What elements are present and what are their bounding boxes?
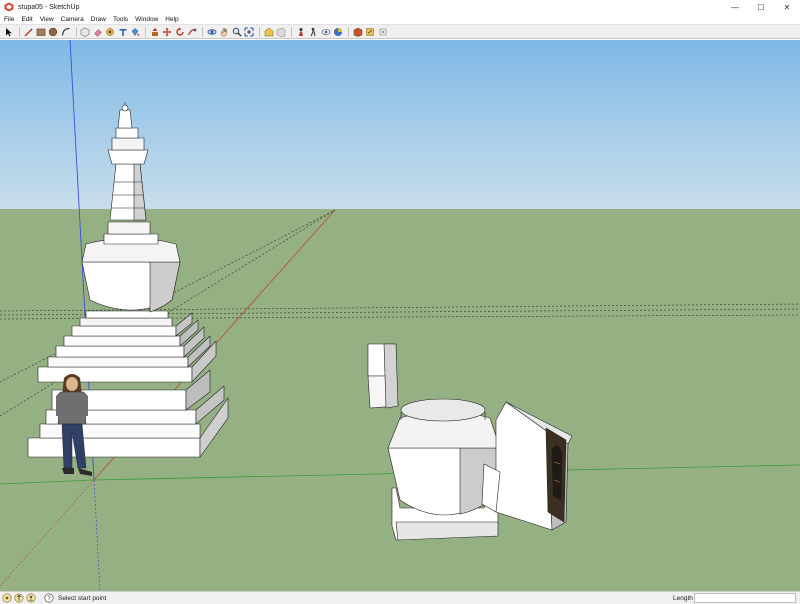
paint-bucket-icon	[131, 27, 140, 36]
window-title: stupa05 - SketchUp	[18, 3, 80, 11]
section-plane-icon	[276, 27, 286, 37]
circle-tool-button[interactable]	[48, 26, 59, 37]
orbit-icon	[207, 28, 216, 35]
help-icon[interactable]: ?	[44, 593, 54, 603]
rectangle-icon	[36, 28, 45, 36]
move-tool-button[interactable]	[162, 26, 173, 37]
pillar-block[interactable]	[367, 343, 399, 409]
walk-tool-button[interactable]	[308, 26, 319, 37]
follow-me-icon	[187, 28, 197, 35]
position-camera-icon	[298, 27, 303, 36]
toolbar-separator	[18, 26, 20, 37]
menu-help[interactable]: Help	[165, 16, 178, 23]
extension-warehouse-icon	[353, 27, 362, 37]
layout-icon	[366, 27, 374, 36]
geo-location-icon[interactable]	[2, 593, 12, 603]
toolbar-separator	[259, 26, 260, 37]
menu-view[interactable]: View	[40, 16, 54, 23]
select-tool-button[interactable]	[3, 26, 14, 37]
push-pull-button[interactable]	[149, 26, 160, 37]
close-button[interactable]: ✕	[774, 0, 800, 14]
toolbar-separator	[145, 26, 146, 37]
pan-tool-button[interactable]	[219, 26, 230, 37]
arc-icon	[61, 27, 70, 36]
window-controls: — ☐ ✕	[722, 0, 800, 14]
extension-manager-button[interactable]	[377, 26, 388, 37]
zoom-icon	[232, 27, 241, 36]
paint-bucket-button[interactable]	[130, 26, 141, 37]
materials-icon	[334, 27, 342, 36]
eraser-tool-button[interactable]	[92, 26, 103, 37]
drawing-viewport[interactable]	[0, 40, 800, 591]
status-message: Select start point	[58, 594, 107, 602]
look-around-icon	[321, 28, 330, 35]
make-component-button[interactable]	[80, 26, 91, 37]
text-icon	[119, 28, 126, 36]
follow-me-button[interactable]	[187, 26, 198, 37]
orbit-tool-button[interactable]	[206, 26, 217, 37]
materials-button[interactable]	[333, 26, 344, 37]
rotate-tool-button[interactable]	[174, 26, 185, 37]
title-bar: stupa05 - SketchUp — ☐ ✕	[0, 0, 800, 14]
menu-camera[interactable]: Camera	[61, 16, 84, 23]
sketchup-logo-icon	[4, 2, 14, 12]
minimize-button[interactable]: —	[722, 0, 748, 14]
look-around-button[interactable]	[320, 26, 331, 37]
toolbar-separator	[291, 26, 292, 37]
select-icon	[5, 27, 12, 36]
toolbar-separator	[75, 26, 77, 37]
toolbar-separator	[202, 26, 203, 37]
user-icon[interactable]	[26, 593, 36, 603]
credits-icon[interactable]	[14, 593, 24, 603]
layout-button[interactable]	[365, 26, 376, 37]
measurements-label: Length	[673, 595, 693, 602]
status-bar: ? Select start point Length	[0, 591, 800, 604]
maximize-button[interactable]: ☐	[748, 0, 774, 14]
push-pull-icon	[151, 27, 158, 36]
zoom-extents-button[interactable]	[244, 26, 255, 37]
main-toolbar	[0, 24, 800, 39]
section-plane-button[interactable]	[276, 26, 287, 37]
position-camera-button[interactable]	[295, 26, 306, 37]
extension-warehouse-button[interactable]	[352, 26, 363, 37]
line-tool-button[interactable]	[23, 26, 34, 37]
3d-warehouse-button[interactable]	[263, 26, 274, 37]
eraser-icon	[93, 28, 102, 37]
scene-canvas	[0, 40, 800, 591]
pan-icon	[220, 27, 228, 36]
move-icon	[162, 27, 172, 36]
circle-icon	[48, 27, 58, 36]
menu-edit[interactable]: Edit	[21, 16, 32, 23]
zoom-extents-icon	[244, 26, 254, 37]
menu-tools[interactable]: Tools	[113, 16, 128, 23]
bell-base-model[interactable]	[387, 398, 501, 541]
toolbar-separator	[348, 26, 349, 37]
menu-window[interactable]: Window	[135, 16, 158, 23]
3d-warehouse-icon	[264, 27, 273, 36]
menu-bar: File Edit View Camera Draw Tools Window …	[0, 14, 800, 24]
walk-icon	[310, 27, 316, 36]
menu-draw[interactable]: Draw	[91, 16, 106, 23]
menu-file[interactable]: File	[4, 16, 14, 23]
zoom-tool-button[interactable]	[231, 26, 242, 37]
pencil-line-icon	[24, 28, 33, 36]
measurements-input[interactable]	[694, 593, 796, 603]
arc-tool-button[interactable]	[60, 26, 71, 37]
tape-measure-icon	[106, 27, 114, 36]
text-tool-button[interactable]	[117, 26, 128, 37]
rectangle-tool-button[interactable]	[35, 26, 46, 37]
components-icon	[80, 27, 90, 37]
tape-measure-button[interactable]	[105, 26, 116, 37]
rotate-icon	[175, 27, 184, 36]
extension-icon	[379, 28, 386, 35]
